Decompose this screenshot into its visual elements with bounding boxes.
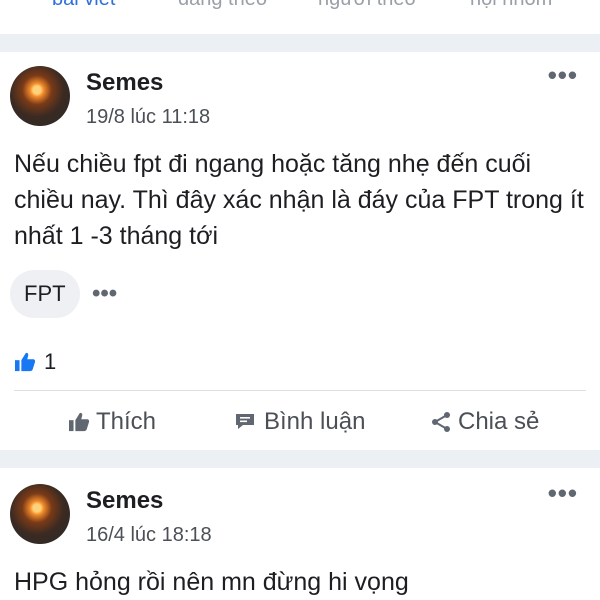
post-time: 19/8 lúc 11:18 — [86, 106, 211, 128]
profile-tabs: bài viết đang theo người theo hội nhóm — [0, 0, 600, 34]
like-summary[interactable]: 1 — [14, 349, 56, 375]
post-text: Nếu chiều fpt đi ngang hoặc tăng nhẹ đến… — [14, 150, 584, 250]
post-author[interactable]: Semes — [86, 487, 163, 515]
tab-groups[interactable]: hội nhóm — [470, 0, 552, 11]
thumbs-up-icon — [69, 412, 90, 432]
comment-icon — [236, 414, 254, 429]
comment-label: Bình luận — [264, 408, 366, 435]
tag-more-icon[interactable]: ••• — [92, 280, 117, 308]
post-time: 16/4 lúc 18:18 — [86, 524, 212, 546]
section-separator — [0, 450, 600, 468]
tab-followers[interactable]: người theo — [318, 0, 416, 11]
post-card: Semes 16/4 lúc 18:18 ••• HPG hỏng rồi nê… — [0, 468, 600, 600]
more-options-icon[interactable]: ••• — [548, 478, 578, 509]
post-author[interactable]: Semes — [86, 69, 163, 97]
share-label: Chia sẻ — [458, 408, 540, 435]
post-card: Semes 19/8 lúc 11:18 ••• Nếu chiều fpt đ… — [0, 52, 600, 450]
divider — [14, 390, 586, 391]
share-icon — [432, 412, 450, 432]
avatar[interactable] — [10, 484, 70, 544]
like-label: Thích — [96, 408, 157, 435]
tab-following[interactable]: đang theo — [178, 0, 267, 11]
like-button[interactable]: Thích — [68, 408, 156, 436]
thumbs-up-icon — [15, 352, 36, 372]
share-button[interactable]: Chia sẻ — [430, 408, 539, 436]
post-text: HPG hỏng rồi nên mn đừng hi vọng — [14, 568, 409, 596]
tab-posts[interactable]: bài viết — [52, 0, 115, 11]
stock-tag[interactable]: FPT — [10, 270, 80, 318]
comment-button[interactable]: Bình luận — [234, 408, 365, 436]
more-options-icon[interactable]: ••• — [548, 60, 578, 91]
like-count: 1 — [44, 349, 57, 374]
avatar[interactable] — [10, 66, 70, 126]
section-separator — [0, 34, 600, 52]
